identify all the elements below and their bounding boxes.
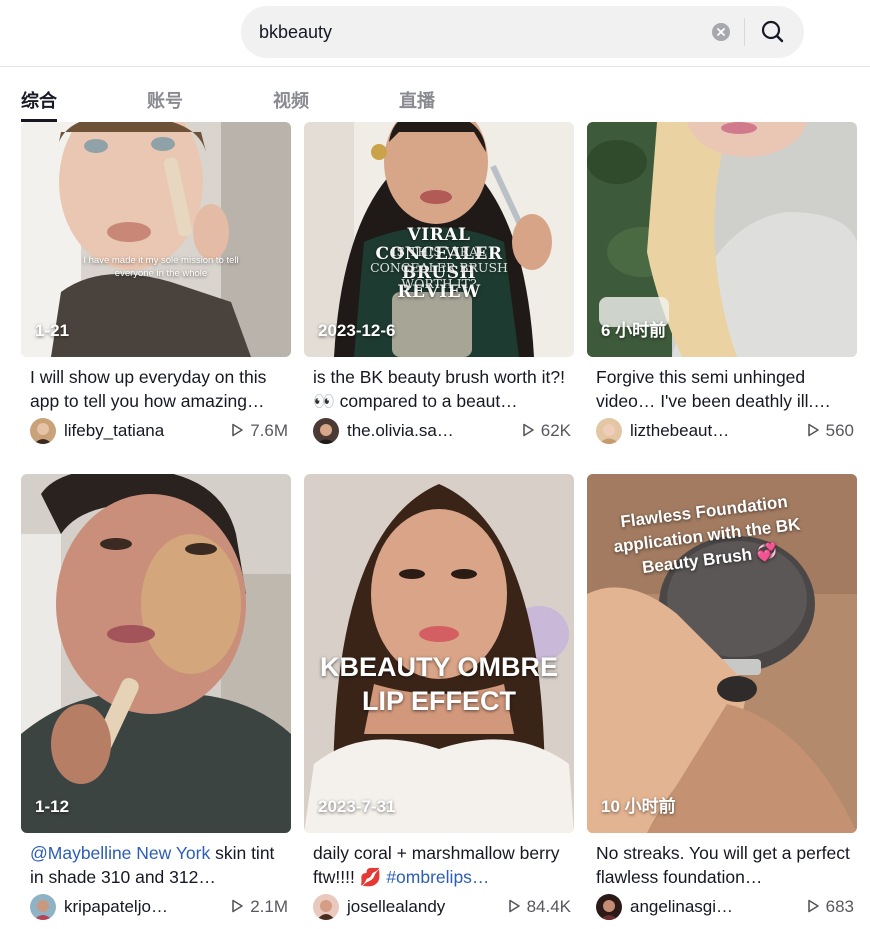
- view-count: 560: [806, 421, 854, 441]
- video-caption-text: I will show up everyday on this app to t…: [30, 367, 267, 411]
- view-count: 62K: [521, 421, 571, 441]
- play-icon: [807, 899, 819, 913]
- video-date-badge: 2023-12-6: [318, 321, 396, 340]
- search-bar: [241, 6, 804, 58]
- video-overlay-title: KBEAUTY OMBRE LIP EFFECT: [319, 652, 559, 716]
- view-count-value: 84.4K: [526, 897, 571, 916]
- video-caption[interactable]: is the BK beauty brush worth it?! 👀 comp…: [313, 365, 571, 413]
- video-thumbnail[interactable]: 6 小时前: [587, 122, 857, 357]
- video-date-badge: 6 小时前: [601, 321, 667, 340]
- view-count: 84.4K: [507, 897, 571, 917]
- play-icon: [232, 899, 244, 913]
- avatar[interactable]: [313, 418, 339, 444]
- view-count: 683: [806, 897, 854, 917]
- avatar[interactable]: [313, 894, 339, 920]
- author-name[interactable]: the.olivia.sa…: [347, 421, 454, 441]
- view-count-value: 7.6M: [250, 421, 288, 440]
- video-date-badge: 1-12: [35, 797, 70, 816]
- video-caption[interactable]: @Maybelline New York skin tint in shade …: [30, 841, 288, 889]
- tab-general[interactable]: 综合: [21, 87, 57, 113]
- author-name[interactable]: lizthebeaut…: [630, 421, 729, 441]
- video-caption-text: Forgive this semi unhinged video… I've b…: [596, 367, 831, 411]
- video-thumbnail[interactable]: KBEAUTY OMBRE LIP EFFECT 2023-7-31: [304, 474, 574, 833]
- hashtag-link[interactable]: #ombrelips…: [386, 867, 489, 887]
- play-icon: [508, 899, 520, 913]
- view-count: 7.6M: [230, 421, 288, 441]
- view-count-value: 2.1M: [250, 897, 288, 916]
- view-count-value: 683: [825, 897, 854, 916]
- video-thumbnail[interactable]: Flawless Foundation application with the…: [587, 474, 857, 833]
- video-caption[interactable]: daily coral + marshmallow berry ftw!!!! …: [313, 841, 571, 889]
- video-date-badge: 2023-7-31: [318, 797, 396, 816]
- search-divider: [744, 18, 745, 46]
- video-caption-text: is the BK beauty brush worth it?! 👀 comp…: [313, 367, 565, 411]
- video-date-badge: 10 小时前: [601, 797, 676, 816]
- author-name[interactable]: angelinasgi…: [630, 897, 733, 917]
- video-overlay-subtitle: IS THIS VIRAL CONCEALER BRUSH WORTH IT?: [370, 244, 508, 291]
- video-thumbnail-image: [21, 474, 291, 833]
- video-meta: kripapateljo… 2.1M: [30, 894, 288, 922]
- video-meta: lizthebeaut… 560: [596, 418, 854, 446]
- avatar[interactable]: [596, 418, 622, 444]
- avatar[interactable]: [30, 418, 56, 444]
- video-caption[interactable]: No streaks. You will get a perfect flawl…: [596, 841, 854, 889]
- author-name[interactable]: lifeby_tatiana: [64, 421, 164, 441]
- video-meta: the.olivia.sa… 62K: [313, 418, 571, 446]
- search-icon: [761, 20, 784, 43]
- play-icon: [522, 423, 534, 437]
- video-overlay-text: I have made it my sole mission to tell e…: [83, 255, 239, 279]
- video-caption[interactable]: Forgive this semi unhinged video… I've b…: [596, 365, 854, 413]
- video-caption[interactable]: I will show up everyday on this app to t…: [30, 365, 288, 413]
- search-tabs: 综合 账号 视频 直播: [0, 67, 870, 122]
- tab-accounts[interactable]: 账号: [147, 87, 183, 113]
- video-thumbnail[interactable]: VIRAL CONCEALER BRUSH REVIEW IS THIS VIR…: [304, 122, 574, 357]
- tab-videos[interactable]: 视频: [273, 87, 309, 113]
- tab-live[interactable]: 直播: [399, 87, 435, 113]
- video-meta: josellealandy 84.4K: [313, 894, 571, 922]
- video-date-badge: 1-21: [35, 321, 70, 340]
- clear-search-button[interactable]: [712, 23, 730, 41]
- view-count-value: 62K: [540, 421, 571, 440]
- video-thumbnail[interactable]: 1-12: [21, 474, 291, 833]
- view-count-value: 560: [825, 421, 854, 440]
- search-button[interactable]: [755, 16, 791, 48]
- video-meta: lifeby_tatiana 7.6M: [30, 418, 288, 446]
- author-name[interactable]: josellealandy: [347, 897, 445, 917]
- video-thumbnail[interactable]: I have made it my sole mission to tell e…: [21, 122, 291, 357]
- play-icon: [807, 423, 819, 437]
- video-meta: angelinasgi… 683: [596, 894, 854, 922]
- play-icon: [232, 423, 244, 437]
- mention-link[interactable]: @Maybelline New York: [30, 843, 210, 863]
- search-input[interactable]: [259, 6, 689, 58]
- view-count: 2.1M: [230, 897, 288, 917]
- author-name[interactable]: kripapateljo…: [64, 897, 168, 917]
- avatar[interactable]: [30, 894, 56, 920]
- video-caption-text: No streaks. You will get a perfect flawl…: [596, 843, 850, 887]
- close-icon: [717, 28, 725, 36]
- avatar[interactable]: [596, 894, 622, 920]
